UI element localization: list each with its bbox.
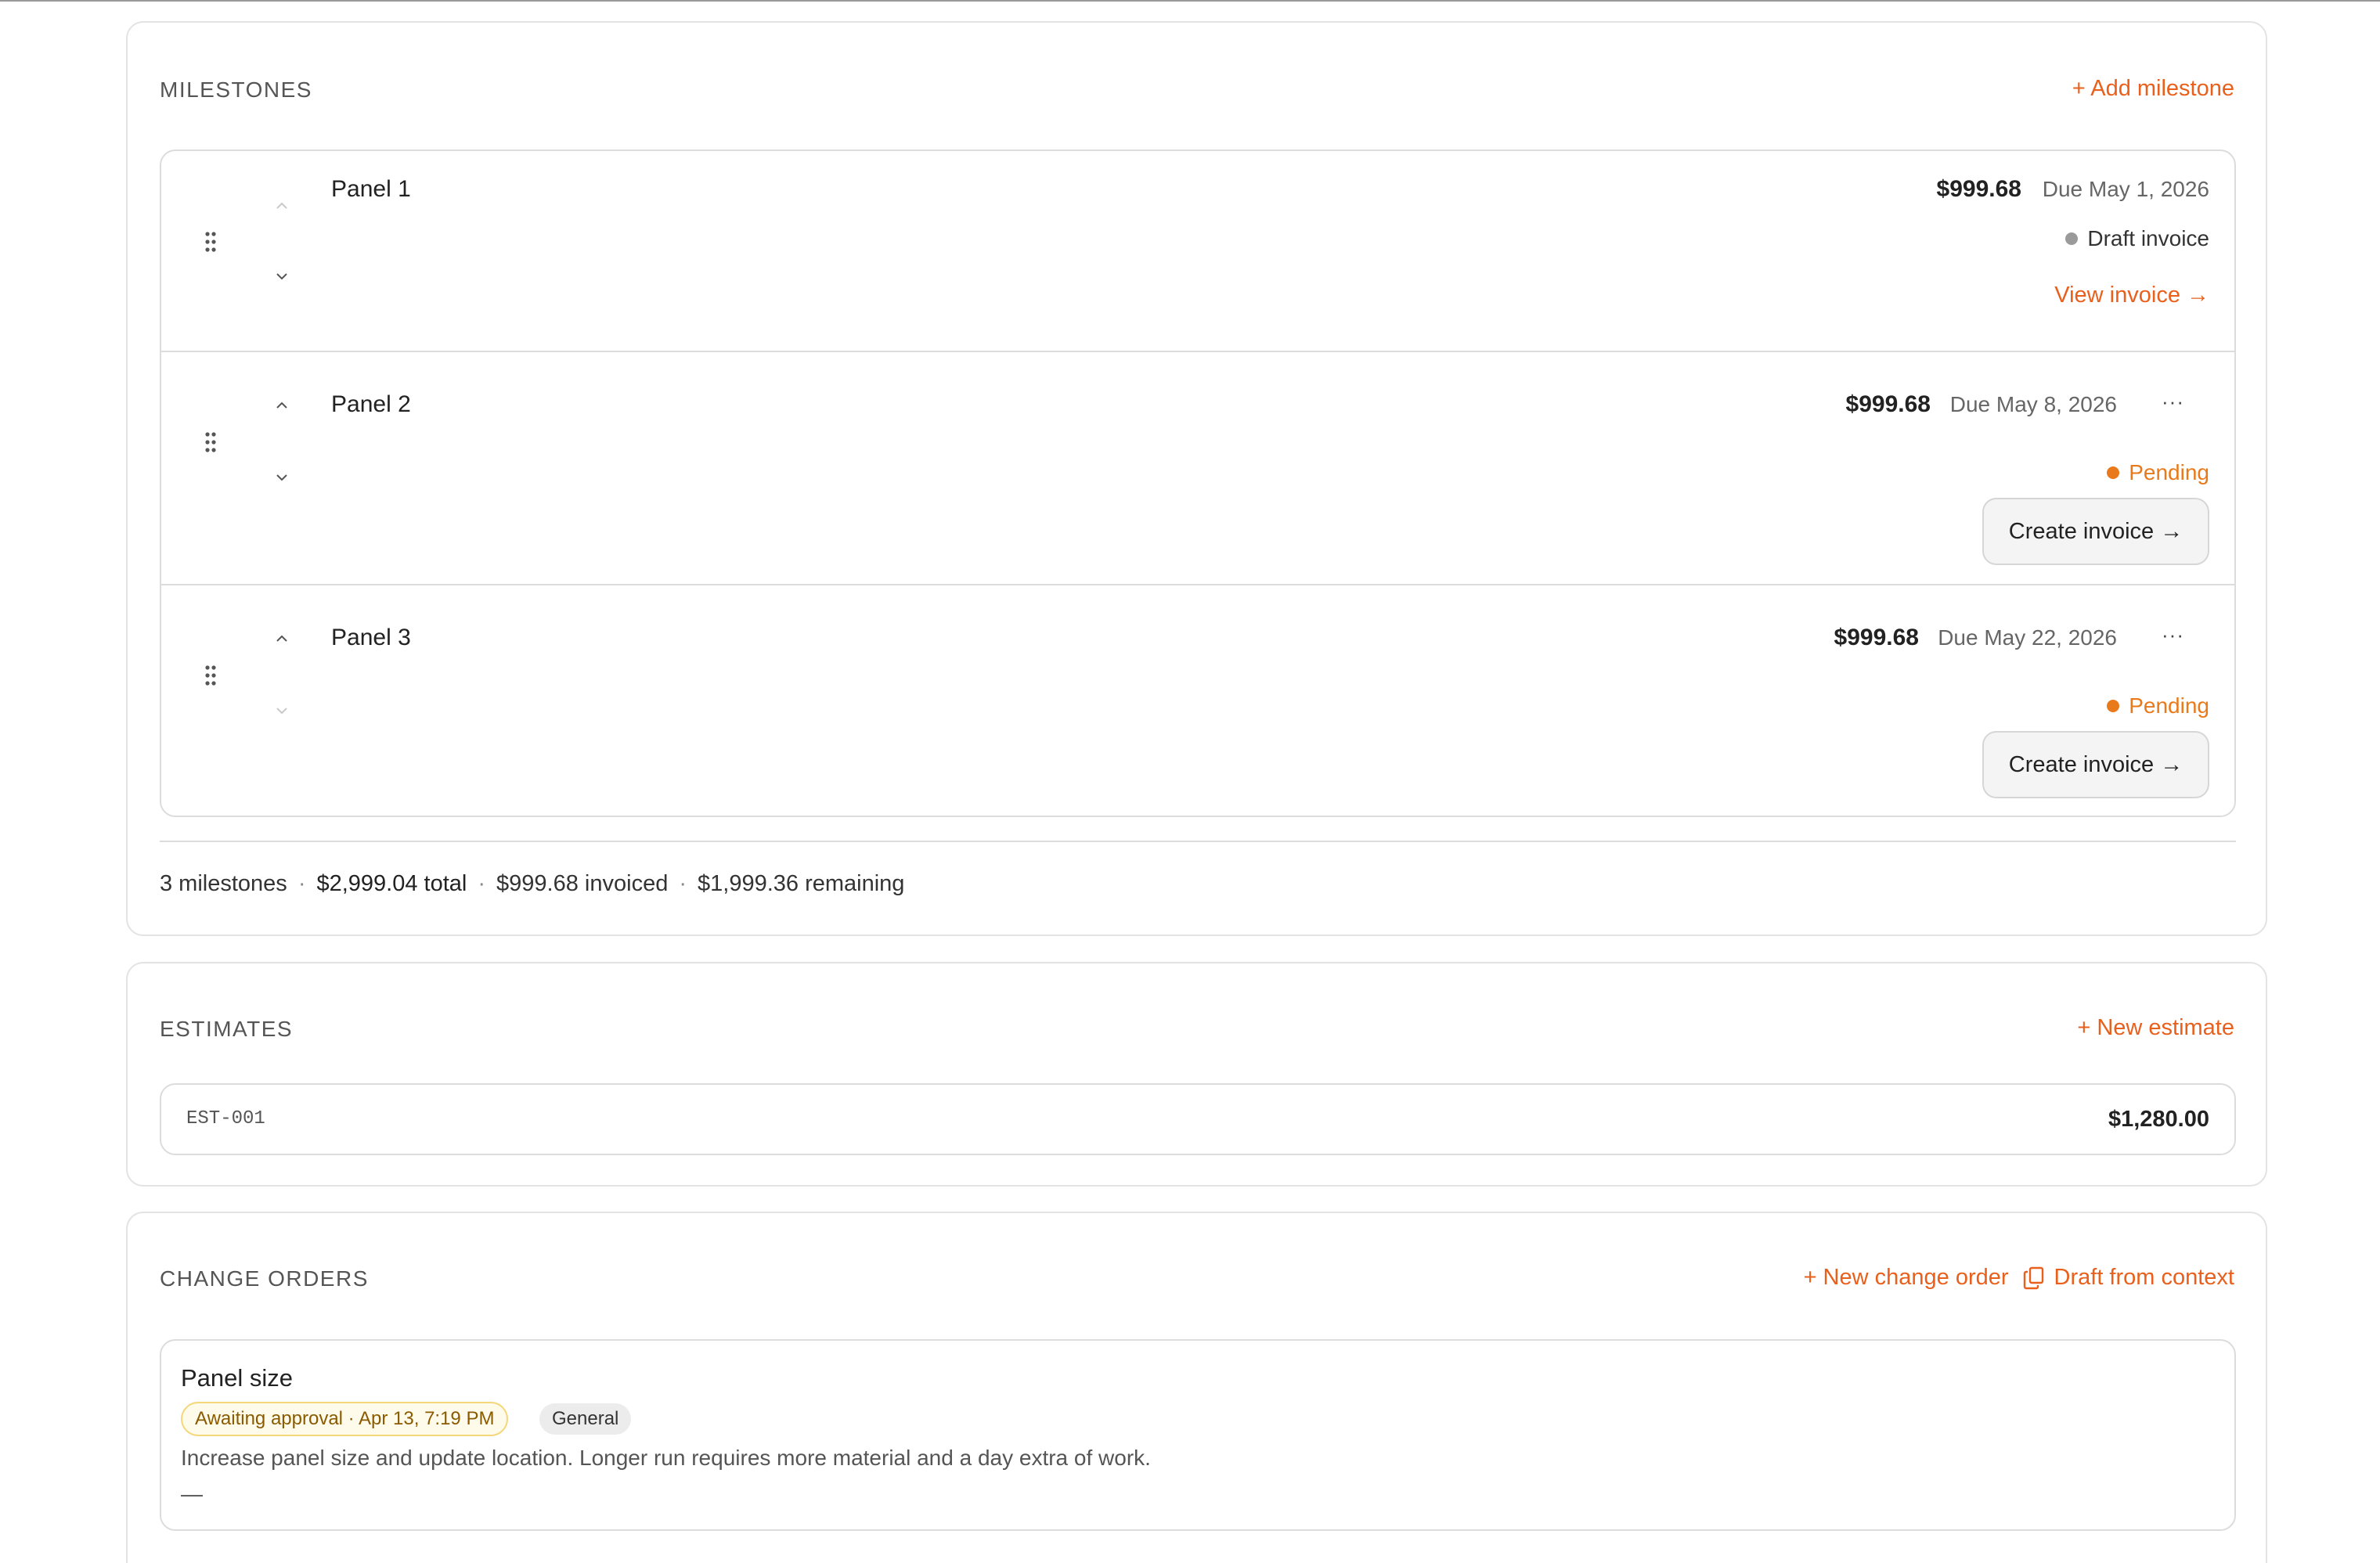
- create-invoice-button[interactable]: Create invoice →: [1982, 731, 2209, 798]
- summary-invoiced: $999.68 invoiced: [496, 871, 669, 896]
- more-options-icon[interactable]: ···: [2162, 390, 2184, 414]
- estimate-amount: $1,280.00: [2108, 1107, 2209, 1132]
- milestones-summary: 3 milestones · $2,999.04 total · $999.68…: [160, 871, 904, 897]
- new-change-order-button[interactable]: + New change order: [1804, 1265, 2009, 1291]
- milestone-amount: $999.68: [1845, 391, 1931, 417]
- estimates-card: ESTIMATES + New estimate EST-001 $1,280.…: [126, 962, 2267, 1187]
- milestones-title: MILESTONES: [160, 77, 312, 102]
- change-orders-title: CHANGE ORDERS: [160, 1266, 369, 1291]
- status-dot-icon: [2065, 232, 2079, 245]
- milestone-due-date: Due May 1, 2026: [2042, 177, 2209, 201]
- summary-divider: [160, 841, 2236, 842]
- summary-separator: ·: [298, 871, 306, 896]
- status-dot-icon: [2107, 700, 2120, 712]
- add-milestone-button[interactable]: + Add milestone: [2072, 76, 2234, 102]
- move-up-chevron-icon[interactable]: [271, 631, 293, 646]
- move-up-chevron-icon[interactable]: [271, 398, 293, 413]
- drag-handle-icon[interactable]: [205, 232, 216, 252]
- status-label: Pending: [2129, 460, 2209, 484]
- milestone-row: Panel 1 $999.68 Due May 1, 2026 Draft in…: [161, 151, 2234, 352]
- change-order-description: Increase panel size and update location.…: [181, 1446, 1151, 1470]
- copy-icon: [2023, 1266, 2043, 1289]
- milestone-amount: $999.68: [1936, 176, 2021, 202]
- move-up-chevron-icon[interactable]: [271, 198, 293, 214]
- summary-separator: ·: [478, 871, 486, 896]
- change-order-placeholder: —: [181, 1482, 203, 1506]
- move-down-chevron-icon[interactable]: [271, 703, 293, 718]
- move-down-chevron-icon[interactable]: [271, 268, 293, 284]
- change-order-item[interactable]: Panel size Awaiting approval · Apr 13, 7…: [160, 1339, 2236, 1531]
- drag-handle-icon[interactable]: [205, 432, 216, 452]
- more-options-icon[interactable]: ···: [2162, 623, 2184, 647]
- status-badge: Draft invoice: [2065, 226, 2209, 251]
- category-badge: General: [539, 1403, 632, 1435]
- status-badge: Pending: [2107, 693, 2209, 718]
- milestones-list: Panel 1 $999.68 Due May 1, 2026 Draft in…: [160, 149, 2236, 817]
- change-order-title: Panel size: [181, 1364, 294, 1392]
- new-estimate-button[interactable]: + New estimate: [2077, 1015, 2234, 1041]
- milestone-row: Panel 3 $999.68 Due May 22, 2026 ··· Pen…: [161, 585, 2234, 816]
- status-dot-icon: [2107, 466, 2120, 479]
- milestone-due-date: Due May 22, 2026: [1938, 625, 2117, 650]
- summary-separator: ·: [679, 871, 687, 896]
- summary-total: $2,999.04 total: [316, 871, 467, 896]
- status-label: Draft invoice: [2087, 226, 2209, 250]
- top-divider: [0, 0, 2380, 2]
- draft-from-context-label: Draft from context: [2054, 1265, 2234, 1290]
- draft-from-context-button[interactable]: Draft from context: [2023, 1265, 2234, 1291]
- estimate-row[interactable]: EST-001 $1,280.00: [160, 1083, 2236, 1155]
- create-invoice-button[interactable]: Create invoice →: [1982, 498, 2209, 565]
- milestone-name: Panel 1: [331, 176, 411, 202]
- milestone-amount: $999.68: [1834, 625, 1919, 650]
- drag-handle-icon[interactable]: [205, 665, 216, 686]
- estimate-id: EST-001: [186, 1108, 265, 1129]
- milestone-row: Panel 2 $999.68 Due May 8, 2026 ··· Pend…: [161, 352, 2234, 585]
- milestone-due-date: Due May 8, 2026: [1949, 392, 2117, 416]
- summary-remaining: $1,999.36 remaining: [698, 871, 905, 896]
- status-label: Pending: [2129, 693, 2209, 718]
- status-badge: Pending: [2107, 460, 2209, 485]
- estimates-title: ESTIMATES: [160, 1017, 294, 1041]
- move-down-chevron-icon[interactable]: [271, 470, 293, 485]
- milestone-name: Panel 2: [331, 391, 411, 417]
- change-order-actions: + New change order Draft from context: [1804, 1265, 2234, 1291]
- summary-count: 3 milestones: [160, 871, 287, 896]
- awaiting-approval-badge: Awaiting approval · Apr 13, 7:19 PM: [181, 1402, 509, 1436]
- view-invoice-link[interactable]: View invoice →: [2054, 283, 2209, 308]
- milestone-name: Panel 3: [331, 625, 411, 650]
- change-orders-card: CHANGE ORDERS + New change order Draft f…: [126, 1212, 2267, 1563]
- milestones-card: MILESTONES + Add milestone Panel 1 $999.…: [126, 21, 2267, 936]
